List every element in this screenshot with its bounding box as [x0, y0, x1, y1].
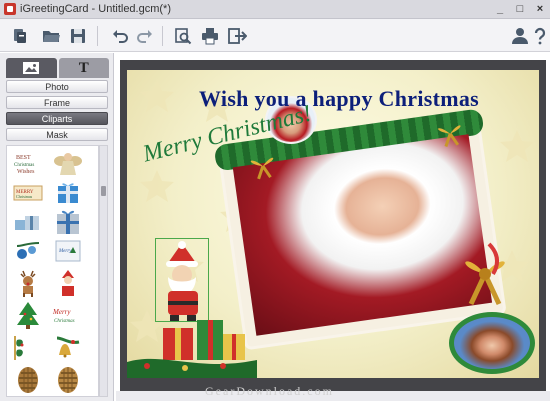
toolbar-separator [162, 26, 163, 46]
blue-gift-box-clipart[interactable] [51, 176, 85, 206]
toolbar [0, 19, 550, 52]
gift-pile-on-canvas[interactable] [127, 310, 257, 378]
category-photo[interactable]: Photo [6, 80, 108, 93]
save-icon[interactable] [67, 25, 89, 47]
angel-clipart[interactable] [51, 148, 85, 178]
greeting-card-canvas[interactable]: Wish you a happy Christmas Merry Christm… [127, 70, 539, 378]
minimize-button[interactable]: _ [494, 2, 506, 16]
new-icon[interactable] [9, 25, 31, 47]
watermark-text: GearDownload.com [205, 384, 334, 398]
redo-icon[interactable] [133, 25, 155, 47]
sidebar-tabs: T [6, 58, 109, 78]
export-icon[interactable] [226, 25, 248, 47]
svg-text:Christmas: Christmas [16, 194, 33, 199]
print-icon[interactable] [199, 25, 221, 47]
svg-text:Christmas: Christmas [54, 319, 75, 324]
help-icon[interactable] [529, 25, 550, 47]
christmas-tree-clipart[interactable] [11, 300, 45, 330]
account-icon[interactable] [509, 25, 531, 47]
category-cliparts[interactable]: Cliparts [6, 112, 108, 125]
svg-text:Merry: Merry [52, 308, 71, 316]
undo-icon[interactable] [110, 25, 132, 47]
category-frame[interactable]: Frame [6, 96, 108, 109]
category-mask[interactable]: Mask [6, 128, 108, 141]
svg-text:Wishes: Wishes [17, 169, 35, 175]
best-wishes-clipart[interactable]: BEST Christmas Wishes [11, 148, 45, 178]
toolbar-separator [97, 26, 98, 46]
image-icon [23, 62, 40, 74]
text-icon: T [78, 59, 89, 76]
preview-icon[interactable] [172, 25, 194, 47]
merry-christmas-script-clipart[interactable]: Merry Christmas [51, 300, 85, 330]
gold-bow [438, 125, 461, 147]
maximize-button[interactable]: □ [514, 2, 526, 16]
reindeer-clipart[interactable] [11, 268, 45, 298]
christmas-card-clipart[interactable]: Merry [51, 236, 85, 266]
open-folder-icon[interactable] [40, 25, 62, 47]
silver-gift-box-clipart[interactable] [51, 206, 85, 236]
santa-clipart[interactable] [51, 268, 85, 298]
category-list: Photo Frame Cliparts Mask [6, 80, 108, 144]
bells-clipart[interactable] [51, 332, 85, 362]
app-logo-icon [4, 3, 16, 15]
gift-pile-clipart[interactable] [11, 206, 45, 236]
canvas-workspace: Wish you a happy Christmas Merry Christm… [116, 53, 550, 401]
svg-text:BEST: BEST [16, 155, 31, 161]
scrollbar-thumb[interactable] [101, 186, 106, 196]
blue-ornaments-clipart[interactable] [11, 236, 45, 266]
svg-text:Christmas: Christmas [14, 163, 34, 168]
card-headline[interactable]: Wish you a happy Christmas [199, 86, 479, 112]
svg-text:Merry: Merry [58, 249, 72, 254]
merry-christmas-text-clipart[interactable]: MERRY Christmas [11, 178, 45, 208]
gold-bow [250, 157, 274, 180]
round-photo-frame[interactable] [449, 312, 535, 374]
clipart-gallery: BEST Christmas Wishes MERRY Christmas Merry [6, 145, 99, 397]
tab-images[interactable] [6, 58, 57, 78]
pine-cone-clipart[interactable] [11, 364, 45, 394]
pine-cone-2-clipart[interactable] [51, 364, 85, 394]
tab-text[interactable]: T [58, 58, 109, 78]
window-title: iGreetingCard - Untitled.gcm(*) [20, 3, 171, 15]
sidebar: T Photo Frame Cliparts Mask BEST Christma… [0, 53, 114, 401]
clipart-scrollbar[interactable] [99, 145, 108, 397]
gold-ribbon-clipart[interactable] [449, 240, 521, 310]
photo-frame[interactable] [213, 108, 504, 347]
holly-corner-clipart[interactable] [11, 332, 45, 362]
close-button[interactable]: × [534, 2, 546, 16]
title-bar: iGreetingCard - Untitled.gcm(*) _ □ × [0, 0, 550, 19]
canvas-frame: Wish you a happy Christmas Merry Christm… [120, 60, 546, 391]
window-controls: _ □ × [494, 2, 546, 16]
